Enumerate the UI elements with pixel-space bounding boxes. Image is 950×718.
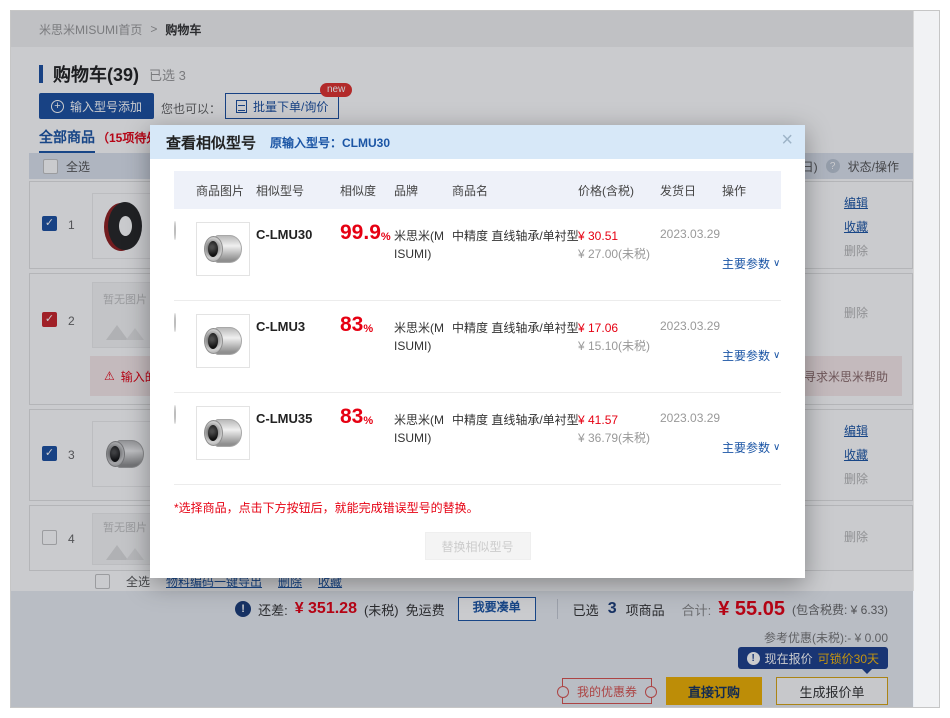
price-taxed: ¥ 41.57	[578, 413, 618, 427]
col-actions: 操作	[722, 182, 780, 199]
ship-date: 2023.03.29	[660, 314, 722, 392]
product-name: 中精度 直线轴承/单衬型	[452, 314, 578, 392]
brand: 米思米(MISUMI)	[394, 314, 452, 392]
bearing-product-art	[204, 327, 242, 355]
main-params-link[interactable]: 主要参数∨	[722, 314, 780, 392]
chevron-down-icon: ∨	[773, 350, 780, 361]
modal-table-header: 商品图片 相似型号 相似度 品牌 商品名 价格(含税) 发货日 操作	[174, 171, 781, 209]
model-code: C-LMU3	[256, 314, 340, 392]
col-similarity: 相似度	[340, 182, 394, 199]
col-price: 价格(含税)	[578, 182, 660, 199]
percent-sign: %	[363, 415, 373, 427]
row-radio[interactable]	[174, 221, 176, 240]
similarity-value: 83	[340, 406, 363, 427]
model-code: C-LMU30	[256, 222, 340, 300]
price-untaxed: ¥ 36.79(未税)	[578, 431, 650, 445]
main-params-link[interactable]: 主要参数∨	[722, 406, 780, 484]
close-icon[interactable]: ×	[781, 129, 793, 152]
price-untaxed: ¥ 27.00(未税)	[578, 247, 650, 261]
similarity-value: 83	[340, 314, 363, 335]
modal-title: 查看相似型号	[166, 132, 256, 153]
brand: 米思米(MISUMI)	[394, 406, 452, 484]
bearing-product-art	[204, 419, 242, 447]
percent-sign: %	[363, 323, 373, 335]
product-name: 中精度 直线轴承/单衬型	[452, 406, 578, 484]
chevron-down-icon: ∨	[773, 442, 780, 453]
price-taxed: ¥ 30.51	[578, 229, 618, 243]
modal-body: 商品图片 相似型号 相似度 品牌 商品名 价格(含税) 发货日 操作 C-LMU…	[150, 159, 805, 560]
product-image	[196, 222, 250, 276]
bearing-product-art	[204, 235, 242, 263]
price-untaxed: ¥ 15.10(未税)	[578, 339, 650, 353]
similar-model-row: C-LMU30 99.9% 米思米(MISUMI) 中精度 直线轴承/单衬型 ¥…	[174, 209, 781, 301]
similarity-value: 99.9	[340, 222, 381, 243]
misumi-cart-page: 米思米MISUMI首页 > 购物车 购物车(39) 已选 3 + 输入型号添加 …	[0, 0, 950, 718]
ship-date: 2023.03.29	[660, 222, 722, 300]
main-params-link[interactable]: 主要参数∨	[722, 222, 780, 300]
replace-similar-model-button[interactable]: 替换相似型号	[425, 532, 531, 560]
main-params-label: 主要参数	[722, 347, 770, 364]
similar-models-modal: 查看相似型号 原输入型号：CLMU30 × 商品图片 相似型号 相似度 品牌 商…	[150, 125, 805, 578]
product-image	[196, 406, 250, 460]
model-code: C-LMU35	[256, 406, 340, 484]
modal-original-model: 原输入型号：CLMU30	[270, 134, 390, 151]
product-name: 中精度 直线轴承/单衬型	[452, 222, 578, 300]
row-radio[interactable]	[174, 313, 176, 332]
col-product-image: 商品图片	[196, 182, 256, 199]
product-image	[196, 314, 250, 368]
main-params-label: 主要参数	[722, 255, 770, 272]
chevron-down-icon: ∨	[773, 258, 780, 269]
ship-date: 2023.03.29	[660, 406, 722, 484]
price-taxed: ¥ 17.06	[578, 321, 618, 335]
col-brand: 品牌	[394, 182, 452, 199]
col-similar-model: 相似型号	[256, 182, 340, 199]
modal-header: 查看相似型号 原输入型号：CLMU30 ×	[150, 125, 805, 159]
main-params-label: 主要参数	[722, 439, 770, 456]
similar-model-row: C-LMU35 83% 米思米(MISUMI) 中精度 直线轴承/单衬型 ¥ 4…	[174, 393, 781, 485]
col-product-name: 商品名	[452, 182, 578, 199]
similar-model-row: C-LMU3 83% 米思米(MISUMI) 中精度 直线轴承/单衬型 ¥ 17…	[174, 301, 781, 393]
col-ship-date: 发货日	[660, 182, 722, 199]
row-radio[interactable]	[174, 405, 176, 424]
modal-note: *选择商品，点击下方按钮后，就能完成错误型号的替换。	[174, 499, 781, 516]
percent-sign: %	[381, 231, 391, 243]
brand: 米思米(MISUMI)	[394, 222, 452, 300]
